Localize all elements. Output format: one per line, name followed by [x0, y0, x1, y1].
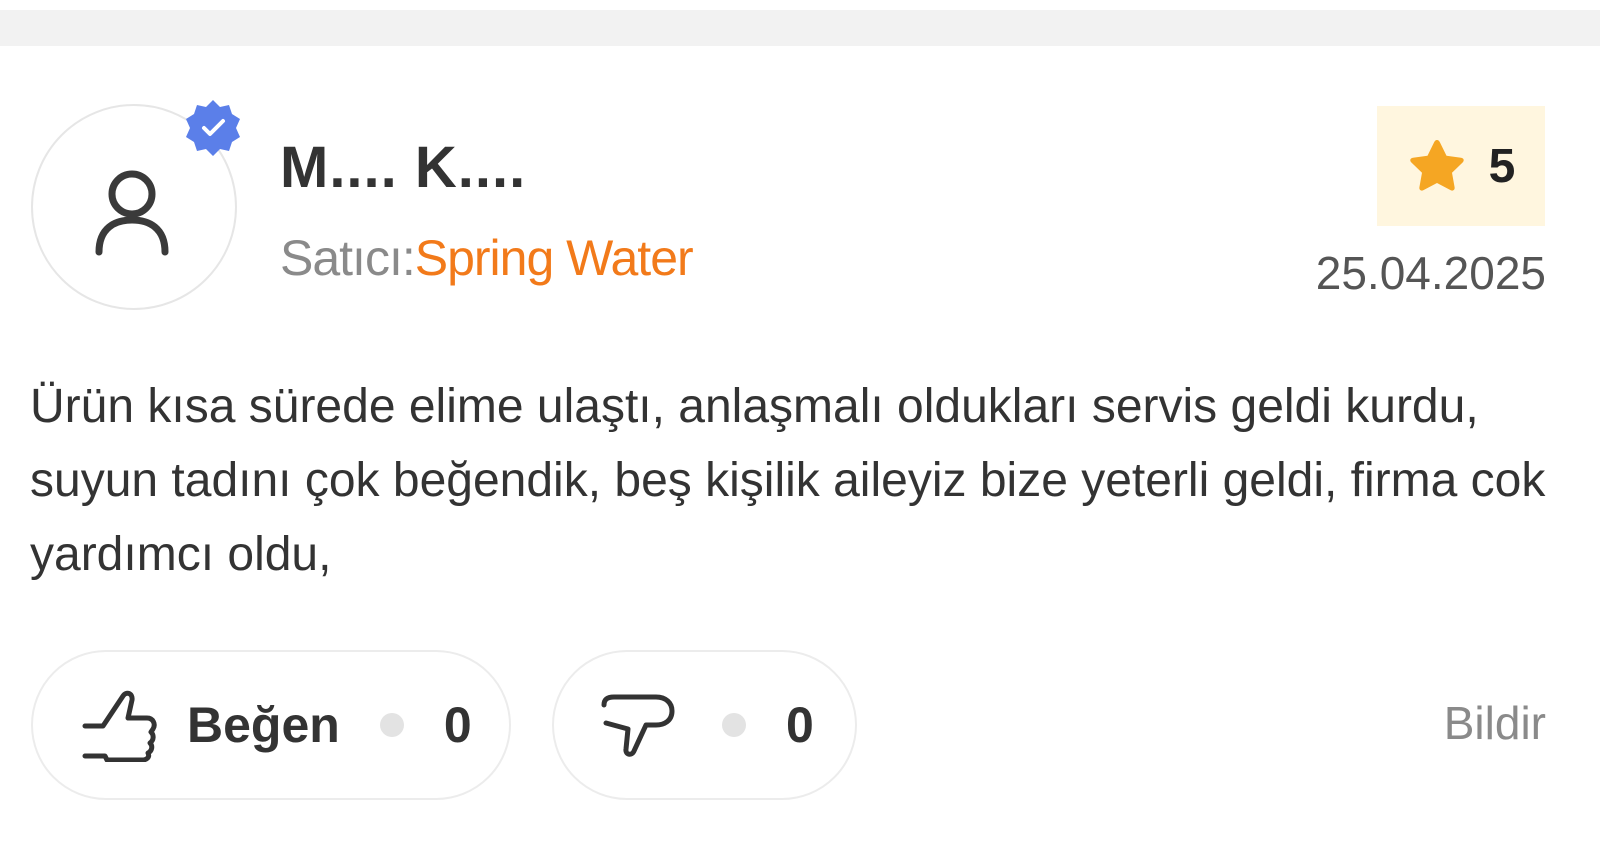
top-divider-strip	[0, 10, 1600, 46]
separator-dot	[379, 713, 404, 737]
dislike-button[interactable]: 0	[552, 650, 857, 800]
like-count: 0	[443, 697, 472, 753]
thumbs-down-icon	[601, 694, 675, 757]
like-label: Beğen	[187, 697, 340, 753]
seller-label: Satıcı:	[280, 230, 416, 286]
like-button[interactable]: Beğen 0	[31, 650, 511, 800]
seller-name-link[interactable]: Spring Water	[415, 230, 694, 286]
reviewer-name: M.... K....	[280, 135, 527, 200]
verified-badge-icon	[186, 100, 240, 156]
review-card: M.... K.... Satıcı:Spring Water 5 25.04.…	[0, 46, 1600, 841]
separator-dot	[722, 713, 746, 737]
dislike-count: 0	[786, 697, 814, 753]
review-date: 25.04.2025	[1315, 247, 1546, 299]
report-link[interactable]: Bildir	[1444, 696, 1546, 750]
rating-badge: 5	[1377, 106, 1545, 226]
star-icon	[1409, 140, 1464, 191]
seller-info: Satıcı:Spring Water	[280, 229, 694, 287]
rating-value: 5	[1488, 139, 1516, 193]
user-icon	[95, 170, 169, 256]
review-text: Ürün kısa sürede elime ulaştı, anlaşmalı…	[30, 380, 1546, 581]
thumbs-up-icon	[82, 690, 157, 762]
